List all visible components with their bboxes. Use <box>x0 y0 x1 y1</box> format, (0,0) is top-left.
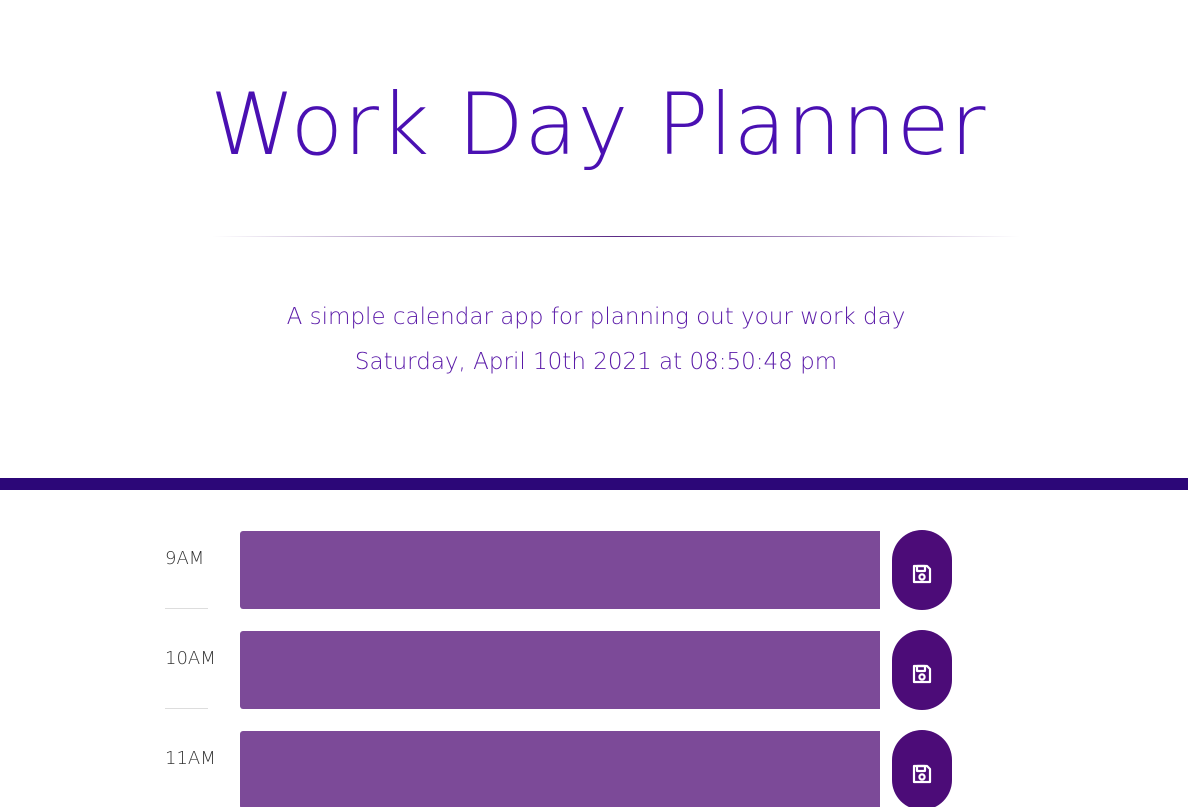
time-block-9am: 9AM <box>0 490 1188 610</box>
title-divider <box>212 236 1020 237</box>
hour-label: 11AM <box>165 748 216 769</box>
page: Work Day Planner A simple calendar app f… <box>0 0 1188 807</box>
page-subtitle: A simple calendar app for planning out y… <box>286 304 906 330</box>
hour-label: 9AM <box>165 548 205 569</box>
save-button[interactable] <box>892 730 952 807</box>
time-block-11am: 11AM <box>0 690 1188 807</box>
save-icon <box>912 764 932 784</box>
hour-label: 10AM <box>165 648 216 669</box>
current-datetime: Saturday, April 10th 2021 at 08:50:48 pm <box>354 349 838 375</box>
save-icon <box>912 664 932 684</box>
time-block-10am: 10AM <box>0 590 1188 710</box>
planner: 9AM 10AM 11AM <box>0 490 1188 807</box>
save-icon <box>912 564 932 584</box>
task-input[interactable] <box>240 731 880 807</box>
header-bar <box>0 478 1188 490</box>
page-title: Work Day Planner <box>210 75 986 175</box>
header: Work Day Planner A simple calendar app f… <box>0 0 1188 478</box>
